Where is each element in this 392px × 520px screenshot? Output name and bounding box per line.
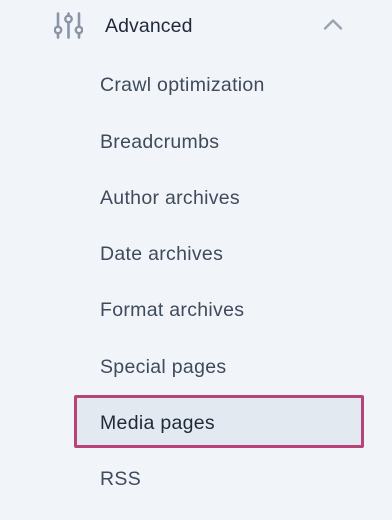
chevron-up-icon[interactable] [323, 17, 343, 31]
section-header-advanced[interactable]: Advanced [0, 0, 392, 52]
menu-item-date-archives[interactable]: Date archives [100, 241, 223, 267]
menu-item-author-archives[interactable]: Author archives [100, 185, 240, 211]
menu-item-format-archives[interactable]: Format archives [100, 297, 244, 323]
menu-item-rss[interactable]: RSS [100, 466, 141, 492]
menu-item-crawl-optimization[interactable]: Crawl optimization [100, 72, 265, 98]
menu-item-media-pages[interactable]: Media pages [100, 410, 215, 436]
sidebar: Advanced Crawl optimization Breadcrumbs … [0, 0, 392, 520]
menu-item-special-pages[interactable]: Special pages [100, 354, 226, 380]
menu-item-breadcrumbs[interactable]: Breadcrumbs [100, 129, 219, 155]
section-title: Advanced [105, 15, 193, 37]
sliders-icon [54, 12, 83, 39]
